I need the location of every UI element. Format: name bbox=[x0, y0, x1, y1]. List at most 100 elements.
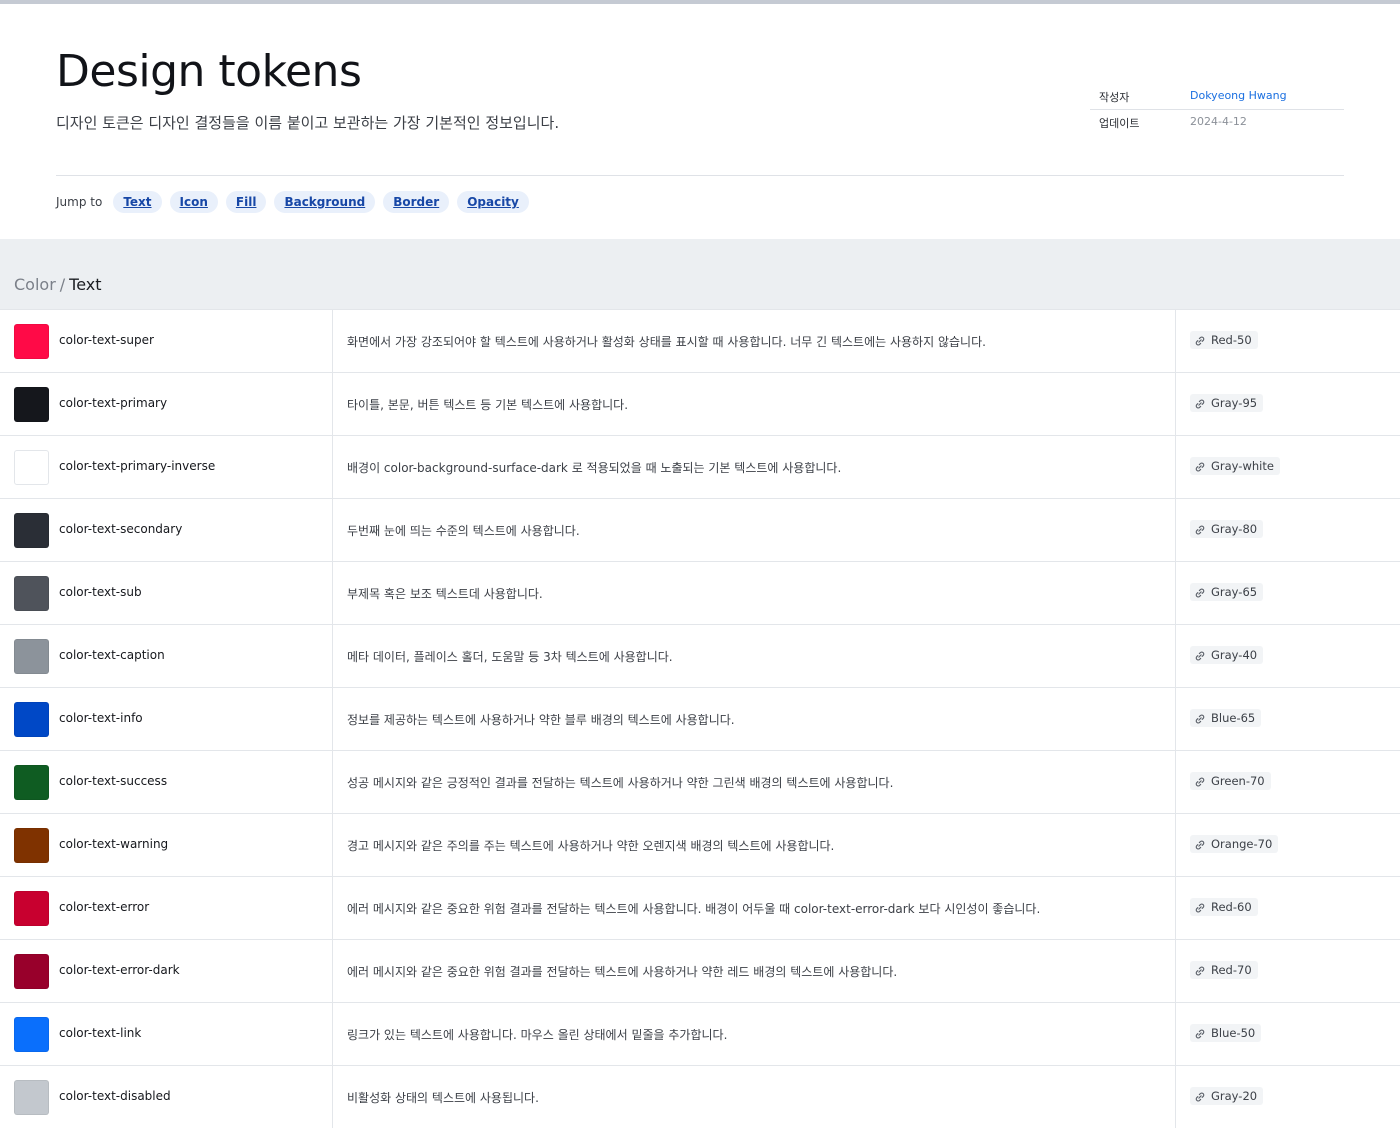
token-row: color-text-caption 메타 데이터, 플레이스 홀더, 도움말 등… bbox=[0, 624, 1400, 687]
token-reference-tag[interactable]: Gray-80 bbox=[1190, 520, 1264, 538]
link-icon bbox=[1194, 712, 1206, 724]
token-reference-tag[interactable]: Red-60 bbox=[1190, 898, 1258, 916]
token-description: 링크가 있는 텍스트에 사용합니다. 마우스 올린 상태에서 밑줄을 추가합니다… bbox=[347, 1028, 728, 1042]
author-link[interactable]: Dokyeong Hwang bbox=[1190, 89, 1287, 102]
token-name-cell: color-text-warning bbox=[0, 814, 333, 876]
token-reference-tag[interactable]: Gray-white bbox=[1190, 457, 1280, 475]
token-description-cell: 정보를 제공하는 텍스트에 사용하거나 약한 블루 배경의 텍스트에 사용합니다… bbox=[333, 688, 1176, 750]
token-name-cell: color-text-super bbox=[0, 310, 333, 372]
meta-row-updated: 업데이트 2024-4-12 bbox=[1090, 110, 1344, 135]
token-row: color-text-link 링크가 있는 텍스트에 사용합니다. 마우스 올린… bbox=[0, 1002, 1400, 1065]
jump-link-background[interactable]: Background bbox=[274, 191, 376, 213]
token-reference: Gray-65 bbox=[1211, 585, 1258, 599]
token-reference-cell: Gray-20 bbox=[1176, 1066, 1400, 1128]
token-description-cell: 에러 메시지와 같은 중요한 위험 결과를 전달하는 텍스트에 사용합니다. 배… bbox=[333, 877, 1176, 939]
token-reference-tag[interactable]: Gray-95 bbox=[1190, 394, 1264, 412]
token-reference-cell: Green-70 bbox=[1176, 751, 1400, 813]
token-name: color-text-link bbox=[59, 1026, 142, 1040]
token-reference: Gray-40 bbox=[1211, 648, 1258, 662]
token-name: color-text-primary bbox=[59, 396, 168, 410]
meta-row-author: 작성자 Dokyeong Hwang bbox=[1090, 84, 1344, 110]
updated-date: 2024-4-12 bbox=[1190, 115, 1247, 128]
color-swatch bbox=[14, 513, 49, 548]
link-icon bbox=[1194, 460, 1206, 472]
token-reference-tag[interactable]: Red-70 bbox=[1190, 961, 1258, 979]
token-reference-cell: Gray-95 bbox=[1176, 373, 1400, 435]
token-description: 메타 데이터, 플레이스 홀더, 도움말 등 3차 텍스트에 사용합니다. bbox=[347, 650, 673, 664]
token-description-cell: 비활성화 상태의 텍스트에 사용됩니다. bbox=[333, 1066, 1176, 1128]
token-name: color-text-error-dark bbox=[59, 963, 180, 977]
jump-to-label: Jump to bbox=[56, 195, 103, 209]
token-reference-cell: Red-70 bbox=[1176, 940, 1400, 1002]
token-description-cell: 경고 메시지와 같은 주의를 주는 텍스트에 사용하거나 약한 오렌지색 배경의… bbox=[333, 814, 1176, 876]
jump-link-fill[interactable]: Fill bbox=[225, 191, 267, 213]
token-reference: Red-50 bbox=[1211, 333, 1252, 347]
token-name-cell: color-text-caption bbox=[0, 625, 333, 687]
token-name-cell: color-text-error bbox=[0, 877, 333, 939]
jump-link-icon[interactable]: Icon bbox=[169, 191, 218, 213]
token-reference-tag[interactable]: Red-50 bbox=[1190, 331, 1258, 349]
token-reference: Gray-20 bbox=[1211, 1089, 1258, 1103]
link-icon bbox=[1194, 649, 1206, 661]
token-row: color-text-secondary 두번째 눈에 띄는 수준의 텍스트에 사… bbox=[0, 498, 1400, 561]
token-description-cell: 링크가 있는 텍스트에 사용합니다. 마우스 올린 상태에서 밑줄을 추가합니다… bbox=[333, 1003, 1176, 1065]
token-reference-tag[interactable]: Blue-50 bbox=[1190, 1024, 1262, 1042]
breadcrumb: Color / Text bbox=[14, 275, 102, 294]
token-name-cell: color-text-disabled bbox=[0, 1066, 333, 1128]
token-reference-cell: Blue-50 bbox=[1176, 1003, 1400, 1065]
token-row: color-text-primary 타이틀, 본문, 버튼 텍스트 등 기본 텍… bbox=[0, 372, 1400, 435]
token-row: color-text-super 화면에서 가장 강조되어야 할 텍스트에 사용하… bbox=[0, 309, 1400, 372]
token-reference-cell: Red-60 bbox=[1176, 877, 1400, 939]
token-row: color-text-disabled 비활성화 상태의 텍스트에 사용됩니다. G… bbox=[0, 1065, 1400, 1128]
token-row: color-text-primary-inverse 배경이 color-back… bbox=[0, 435, 1400, 498]
token-name: color-text-caption bbox=[59, 648, 165, 662]
token-name-cell: color-text-info bbox=[0, 688, 333, 750]
token-description-cell: 부제목 혹은 보조 텍스트데 사용합니다. bbox=[333, 562, 1176, 624]
token-description: 정보를 제공하는 텍스트에 사용하거나 약한 블루 배경의 텍스트에 사용합니다… bbox=[347, 713, 735, 727]
token-description: 화면에서 가장 강조되어야 할 텍스트에 사용하거나 활성화 상태를 표시할 때… bbox=[347, 335, 986, 349]
token-reference: Red-70 bbox=[1211, 963, 1252, 977]
token-description: 성공 메시지와 같은 긍정적인 결과를 전달하는 텍스트에 사용하거나 약한 그… bbox=[347, 776, 894, 790]
token-description: 에러 메시지와 같은 중요한 위험 결과를 전달하는 텍스트에 사용합니다. 배… bbox=[347, 902, 1041, 916]
link-icon bbox=[1194, 964, 1206, 976]
color-swatch bbox=[14, 1080, 49, 1115]
link-icon bbox=[1194, 838, 1206, 850]
breadcrumb-current: Text bbox=[69, 275, 102, 294]
token-name-cell: color-text-secondary bbox=[0, 499, 333, 561]
page-title: Design tokens bbox=[56, 46, 362, 97]
color-swatch bbox=[14, 387, 49, 422]
token-description-cell: 메타 데이터, 플레이스 홀더, 도움말 등 3차 텍스트에 사용합니다. bbox=[333, 625, 1176, 687]
jump-link-opacity[interactable]: Opacity bbox=[457, 191, 529, 213]
token-reference-tag[interactable]: Blue-65 bbox=[1190, 709, 1262, 727]
token-reference-cell: Orange-70 bbox=[1176, 814, 1400, 876]
token-row: color-text-info 정보를 제공하는 텍스트에 사용하거나 약한 블루… bbox=[0, 687, 1400, 750]
token-description: 비활성화 상태의 텍스트에 사용됩니다. bbox=[347, 1091, 539, 1105]
token-name-cell: color-text-sub bbox=[0, 562, 333, 624]
header-divider bbox=[56, 175, 1344, 176]
jump-link-border[interactable]: Border bbox=[383, 191, 450, 213]
token-description-cell: 화면에서 가장 강조되어야 할 텍스트에 사용하거나 활성화 상태를 표시할 때… bbox=[333, 310, 1176, 372]
token-name-cell: color-text-primary bbox=[0, 373, 333, 435]
color-swatch bbox=[14, 639, 49, 674]
token-description: 배경이 color-background-surface-dark 로 적용되었… bbox=[347, 461, 842, 475]
link-icon bbox=[1194, 586, 1206, 598]
token-description: 두번째 눈에 띄는 수준의 텍스트에 사용합니다. bbox=[347, 524, 580, 538]
token-reference-tag[interactable]: Gray-20 bbox=[1190, 1087, 1264, 1105]
color-swatch bbox=[14, 324, 49, 359]
token-reference-cell: Gray-80 bbox=[1176, 499, 1400, 561]
token-reference-tag[interactable]: Orange-70 bbox=[1190, 835, 1279, 853]
token-reference-tag[interactable]: Green-70 bbox=[1190, 772, 1271, 790]
section-header: Color / Text bbox=[0, 239, 1400, 309]
token-reference-cell: Red-50 bbox=[1176, 310, 1400, 372]
token-reference-tag[interactable]: Gray-40 bbox=[1190, 646, 1264, 664]
page-description: 디자인 토큰은 디자인 결정들을 이름 붙이고 보관하는 가장 기본적인 정보입… bbox=[56, 114, 560, 132]
link-icon bbox=[1194, 1090, 1206, 1102]
token-name-cell: color-text-success bbox=[0, 751, 333, 813]
jump-link-text[interactable]: Text bbox=[113, 191, 162, 213]
token-reference-tag[interactable]: Gray-65 bbox=[1190, 583, 1264, 601]
token-reference-cell: Gray-65 bbox=[1176, 562, 1400, 624]
color-swatch bbox=[14, 702, 49, 737]
token-reference: Red-60 bbox=[1211, 900, 1252, 914]
token-table: color-text-super 화면에서 가장 강조되어야 할 텍스트에 사용하… bbox=[0, 309, 1400, 1128]
jump-to-nav: Jump to Text Icon Fill Background Border… bbox=[56, 190, 537, 214]
